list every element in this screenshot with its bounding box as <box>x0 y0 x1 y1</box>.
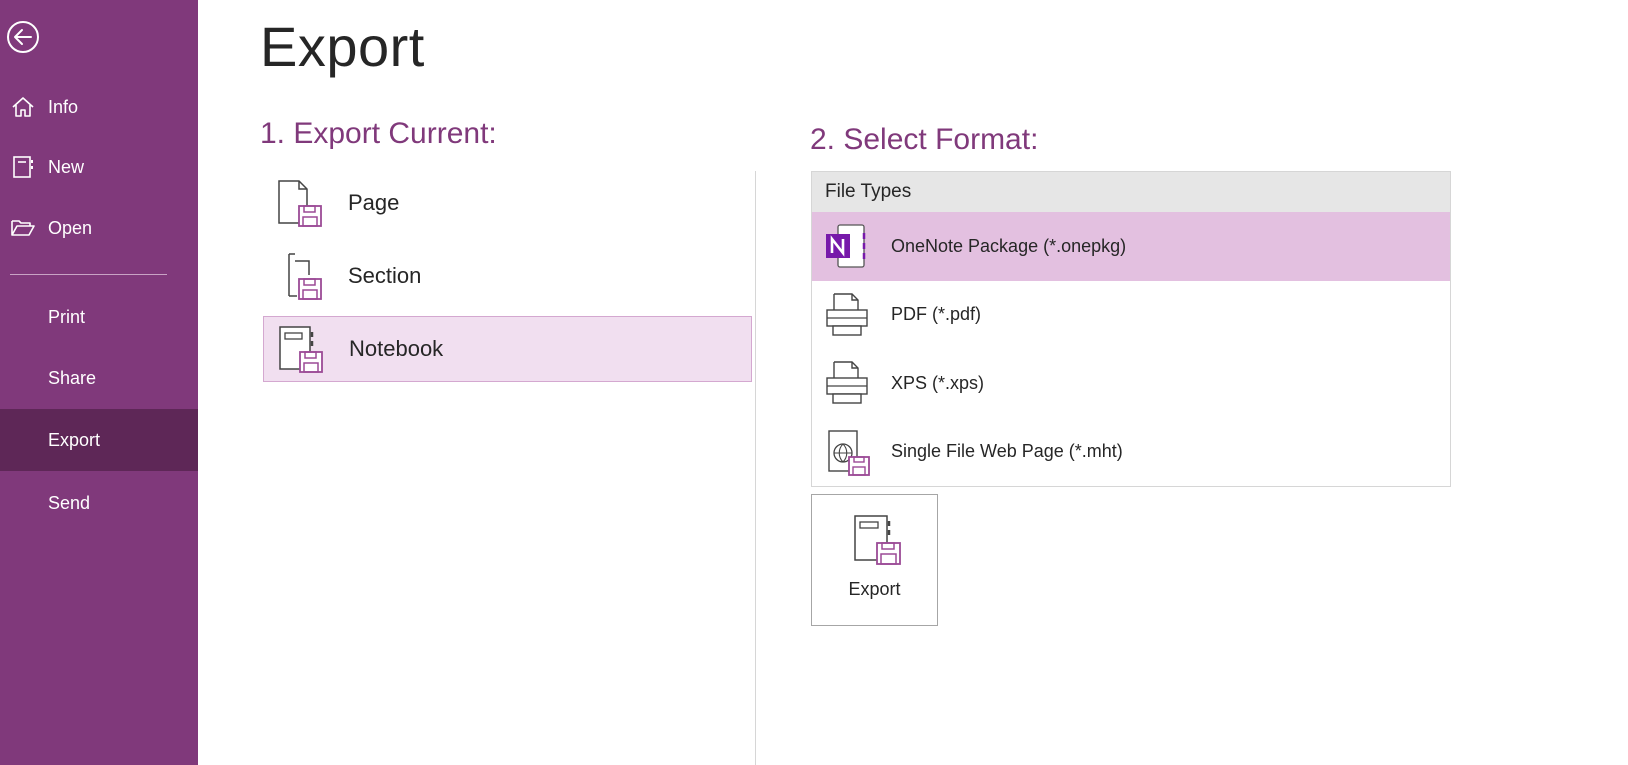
column-divider <box>755 171 756 765</box>
export-current-heading: 1. Export Current: <box>260 117 497 150</box>
scope-option-label: Notebook <box>349 336 444 361</box>
sidebar-item-label: Print <box>48 306 86 327</box>
new-notebook-icon <box>10 154 36 180</box>
file-type-label: Single File Web Page (*.mht) <box>891 441 1123 462</box>
notebook-save-icon <box>279 326 323 373</box>
file-type-label: OneNote Package (*.onepkg) <box>891 235 1127 256</box>
section-save-icon <box>288 253 322 300</box>
sidebar-item-info[interactable]: Info <box>0 76 198 138</box>
home-icon <box>10 94 36 120</box>
file-type-label: XPS (*.xps) <box>891 372 985 393</box>
file-type-mht[interactable]: Single File Web Page (*.mht) <box>812 418 1450 487</box>
notebook-save-icon <box>854 515 901 565</box>
file-type-onepkg[interactable]: OneNote Package (*.onepkg) <box>812 212 1450 281</box>
page-title: Export <box>260 15 425 78</box>
sidebar-item-print[interactable]: Print <box>0 286 198 348</box>
web-page-save-icon <box>828 430 870 476</box>
file-type-pdf[interactable]: PDF (*.pdf) <box>812 281 1450 350</box>
back-button[interactable] <box>4 18 42 56</box>
scope-option-label: Page <box>348 190 400 215</box>
back-arrow-icon <box>7 21 39 53</box>
onenote-icon <box>826 224 866 268</box>
select-format-heading: 2. Select Format: <box>810 123 1039 156</box>
printer-icon <box>826 361 868 404</box>
sidebar-item-share[interactable]: Share <box>0 347 198 409</box>
sidebar-item-open[interactable]: Open <box>0 197 198 259</box>
backstage-sidebar: Info New Open Print Share Export Send <box>0 0 198 765</box>
sidebar-item-label: Open <box>48 217 93 238</box>
sidebar-item-label: New <box>48 156 85 177</box>
scope-option-notebook[interactable]: Notebook <box>263 316 752 382</box>
file-type-label: PDF (*.pdf) <box>891 304 982 325</box>
printer-icon <box>826 293 868 336</box>
export-button-label: Export <box>848 579 901 599</box>
sidebar-item-send[interactable]: Send <box>0 472 198 534</box>
file-types-header: File Types <box>812 172 1450 212</box>
scope-option-label: Section <box>348 263 422 288</box>
sidebar-divider <box>10 274 167 275</box>
page-save-icon <box>278 180 322 227</box>
folder-open-icon <box>10 215 36 241</box>
sidebar-item-label: Info <box>48 96 79 117</box>
file-type-xps[interactable]: XPS (*.xps) <box>812 349 1450 418</box>
sidebar-item-new[interactable]: New <box>0 136 198 198</box>
sidebar-item-label: Share <box>48 367 97 388</box>
scope-option-section[interactable]: Section <box>263 243 752 309</box>
sidebar-item-label: Export <box>48 429 101 450</box>
sidebar-item-label: Send <box>48 492 91 513</box>
export-button[interactable]: Export <box>811 494 938 626</box>
sidebar-item-export[interactable]: Export <box>0 409 198 471</box>
scope-option-page[interactable]: Page <box>263 170 752 236</box>
file-types-list: File Types OneNote Package (*.onepkg) PD… <box>811 171 1451 487</box>
